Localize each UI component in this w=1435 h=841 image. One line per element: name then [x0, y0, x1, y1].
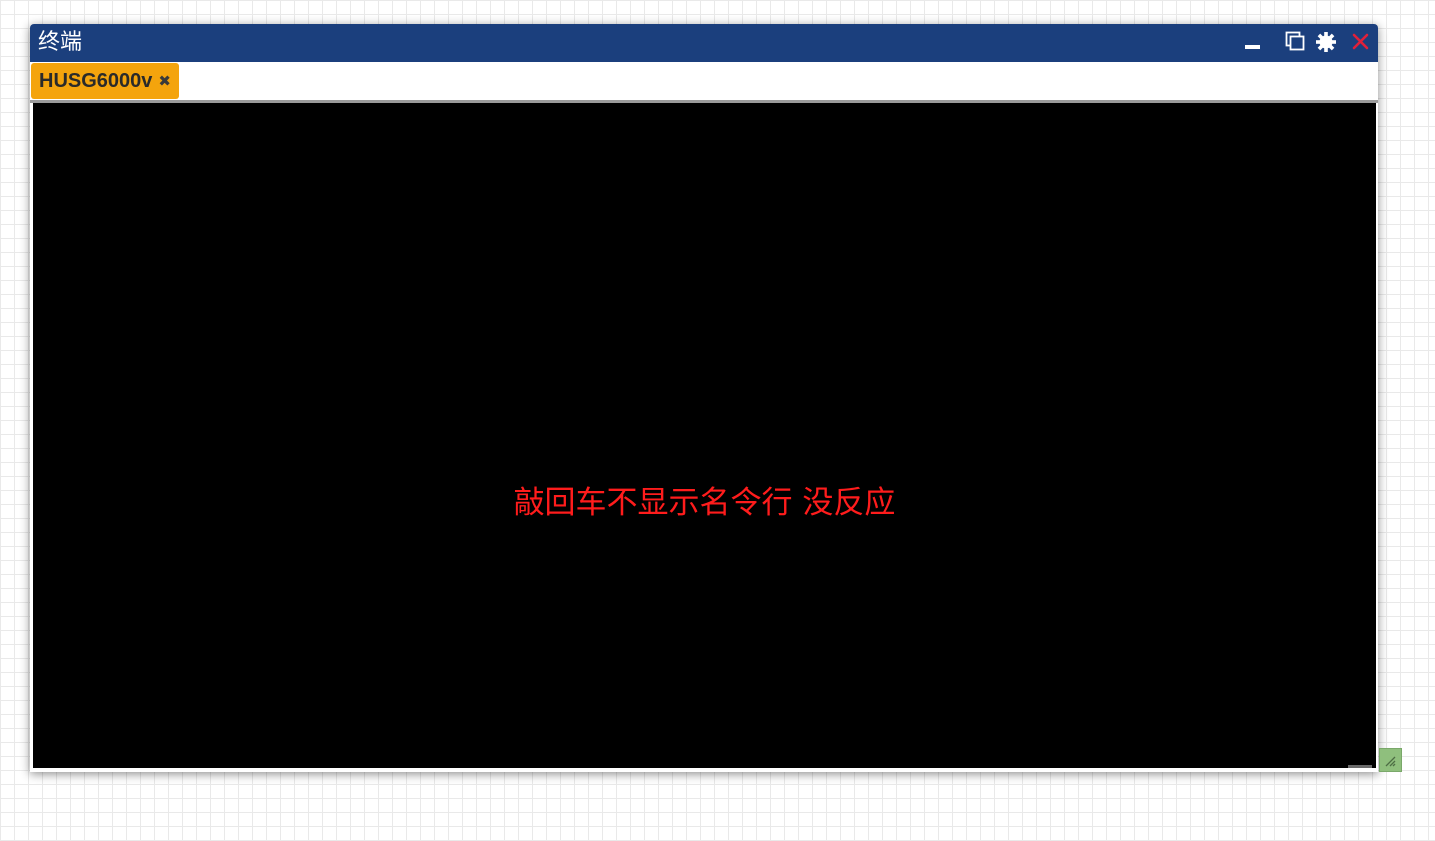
tab-close-icon[interactable]: ✖ [158, 73, 171, 89]
close-icon[interactable] [1350, 29, 1372, 55]
tab-husg6000v[interactable]: HUSG6000v ✖ [31, 63, 179, 99]
terminal-screen[interactable]: 敲回车不显示名令行 没反应 [33, 103, 1376, 768]
tab-bar: HUSG6000v ✖ [30, 62, 1378, 103]
restore-icon[interactable] [1285, 29, 1307, 55]
minimize-icon[interactable] [1242, 29, 1264, 55]
annotation-text: 敲回车不显示名令行 没反应 [513, 485, 896, 521]
window-title: 终端 [38, 30, 83, 55]
resize-grip-icon[interactable] [1379, 748, 1402, 772]
title-bar[interactable]: 终端 [30, 24, 1378, 62]
gear-icon[interactable] [1315, 29, 1337, 55]
tab-label: HUSG6000v [39, 69, 153, 92]
terminal-window: 终端 HUSG6000v ✖ 敲回车不显示名令行 没反应 [30, 24, 1378, 772]
scrollbar-stub[interactable] [1348, 765, 1372, 768]
